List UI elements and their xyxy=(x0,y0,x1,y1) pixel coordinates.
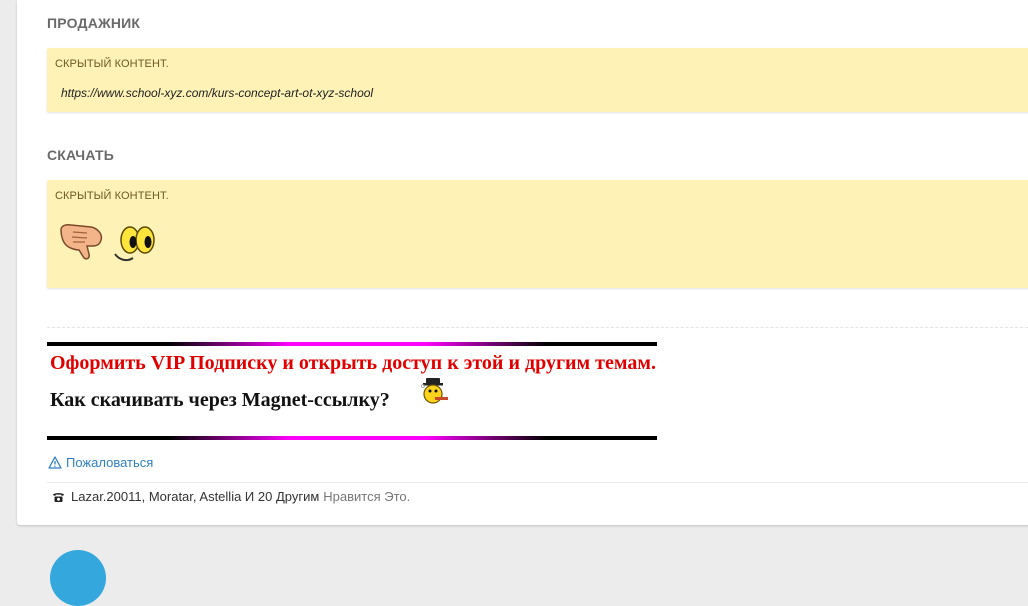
eyes-smiley-icon xyxy=(114,226,155,262)
avatar[interactable] xyxy=(50,550,106,606)
download-heading: СКАЧАТЬ xyxy=(47,147,114,163)
vip-subscription-link[interactable]: Оформить VIP Подписку и открыть доступ к… xyxy=(50,352,656,375)
seller-link[interactable]: https://www.school-xyz.com/kurs-concept-… xyxy=(61,86,373,100)
warning-icon xyxy=(48,456,62,469)
likes-divider xyxy=(47,482,1028,483)
section-divider xyxy=(47,327,1028,328)
report-link[interactable]: Пожаловаться xyxy=(48,455,153,470)
phone-icon xyxy=(53,492,64,502)
likes-suffix: Нравится Это. xyxy=(323,489,411,504)
hidden-content-box-download: СКРЫТЫЙ КОНТЕНТ. xyxy=(47,180,1028,288)
glow-divider-bottom xyxy=(47,436,657,440)
magnet-help-text: Как скачивать через Magnet-ссылку? xyxy=(50,389,390,411)
glow-divider-top xyxy=(47,342,657,346)
pointing-hand-icon xyxy=(60,224,103,260)
hidden-content-title: СКРЫТЫЙ КОНТЕНТ. xyxy=(55,190,169,202)
seller-heading: ПРОДАЖНИК xyxy=(47,15,141,31)
report-label: Пожаловаться xyxy=(66,455,154,470)
hidden-content-title: СКРЫТЫЙ КОНТЕНТ. xyxy=(55,58,169,70)
magnet-help-link[interactable]: Как скачивать через Magnet-ссылку? xyxy=(50,389,390,412)
hidden-content-box-seller: СКРЫТЫЙ КОНТЕНТ. https://www.school-xyz.… xyxy=(47,48,1028,112)
likes-summary: Lazar.20011, Moratar, Astellia И 20 Друг… xyxy=(52,489,410,504)
likes-users[interactable]: Lazar.20011, Moratar, Astellia И 20 Друг… xyxy=(71,489,319,504)
smoking-smiley-icon xyxy=(421,378,448,404)
